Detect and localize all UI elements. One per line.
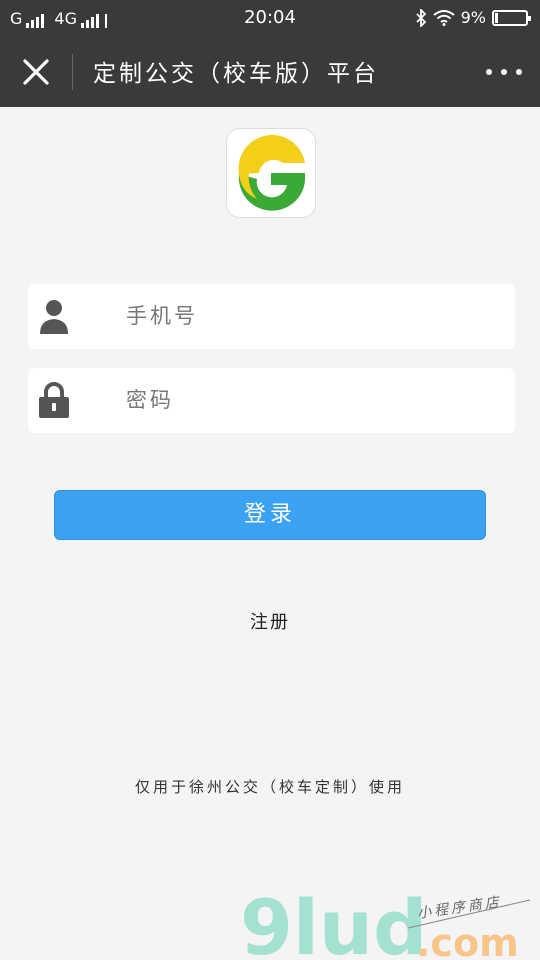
watermark: 9lud .com 小程序商店 xyxy=(240,883,540,960)
bluetooth-icon xyxy=(415,8,426,27)
password-field xyxy=(28,368,515,433)
user-icon xyxy=(40,300,68,334)
svg-text:.com: .com xyxy=(416,921,519,960)
battery-level xyxy=(495,12,498,23)
watermark-logo: 9lud .com 小程序商店 xyxy=(240,883,531,960)
navigation-bar: 定制公交（校车版）平台 xyxy=(0,36,540,107)
battery-icon xyxy=(492,9,531,26)
wifi-icon xyxy=(432,9,455,26)
page-title: 定制公交（校车版）平台 xyxy=(93,61,379,87)
usage-notice: 仅用于徐州公交（校车定制）使用 xyxy=(134,778,405,796)
logo-g-icon xyxy=(238,135,305,211)
more-dots-icon[interactable] xyxy=(486,60,522,84)
svg-text:9lud: 9lud xyxy=(240,886,427,960)
phone-field xyxy=(28,284,515,349)
battery-percent: 9% xyxy=(460,8,486,27)
app-logo xyxy=(226,128,316,218)
nav-divider xyxy=(72,54,73,90)
svg-text:小程序商店: 小程序商店 xyxy=(416,894,502,922)
phone-input[interactable] xyxy=(126,296,496,336)
status-bar: G 4G 20:04 9% xyxy=(0,0,540,36)
register-link[interactable]: 注册 xyxy=(0,608,540,634)
login-button[interactable]: 登录 xyxy=(54,490,486,540)
lock-icon xyxy=(39,382,69,418)
status-right: 9% xyxy=(415,8,531,27)
close-icon[interactable] xyxy=(18,54,54,90)
password-input[interactable] xyxy=(126,380,496,420)
